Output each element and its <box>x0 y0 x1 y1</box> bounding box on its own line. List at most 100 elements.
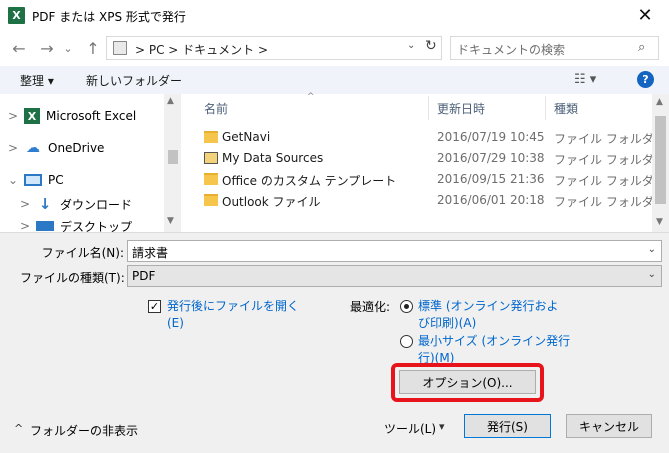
chevron-down-icon[interactable]: ⌄ <box>648 269 656 280</box>
file-date: 2016/06/01 20:18 <box>437 193 545 207</box>
file-row[interactable]: Outlook ファイル 2016/06/01 20:18 ファイル フォルダー <box>183 190 666 211</box>
forward-button[interactable]: → <box>36 38 58 58</box>
filetype-value: PDF <box>132 269 156 283</box>
column-divider[interactable] <box>545 96 546 120</box>
folder-icon <box>204 173 218 185</box>
filetype-label: ファイルの種類(T): <box>20 271 125 285</box>
file-name: GetNavi <box>222 130 271 144</box>
open-after-publish-checkbox[interactable]: ✓ <box>148 300 161 313</box>
optimize-label: 最適化: <box>350 300 391 314</box>
file-row[interactable]: My Data Sources 2016/07/29 10:38 ファイル フォ… <box>183 148 666 169</box>
folder-location-icon <box>113 41 127 55</box>
command-bar: 整理 ▾ 新しいフォルダー ☷ ▾ ? <box>0 66 669 94</box>
file-date: 2016/07/29 10:38 <box>437 151 545 165</box>
filetype-select[interactable]: PDF ⌄ <box>127 265 662 287</box>
search-input[interactable]: ドキュメントの検索 ⌕ <box>450 36 659 60</box>
sort-ascending-icon: ^ <box>307 92 315 102</box>
chevron-right-icon[interactable]: > <box>6 141 20 155</box>
up-button[interactable]: ↑ <box>82 38 104 58</box>
nav-item-excel[interactable]: > X Microsoft Excel <box>0 106 136 126</box>
column-header-type[interactable]: 種類 <box>554 100 578 117</box>
navigation-pane: > X Microsoft Excel > ☁ OneDrive ⌄ PC > … <box>0 94 182 232</box>
file-type: ファイル フォルダー <box>554 153 666 167</box>
file-date: 2016/09/15 21:36 <box>437 172 545 186</box>
folder-icon <box>204 194 218 206</box>
cloud-icon: ☁ <box>26 140 40 156</box>
standard-radio[interactable] <box>400 300 413 313</box>
chevron-down-icon[interactable]: ⌄ <box>407 40 415 51</box>
file-name: Outlook ファイル <box>222 195 321 209</box>
title-bar: X PDF または XPS 形式で発行 ✕ <box>0 0 669 32</box>
chevron-right-icon[interactable]: > <box>18 219 32 232</box>
nav-item-label: PC <box>48 173 64 187</box>
download-icon: ↓ <box>38 195 52 213</box>
chevron-up-icon[interactable]: ^ <box>14 422 23 435</box>
recent-locations-button[interactable]: ⌄ <box>60 38 76 58</box>
desktop-icon <box>36 221 54 231</box>
folder-icon <box>204 131 218 143</box>
chevron-down-icon[interactable]: ⌄ <box>648 244 656 255</box>
organize-button[interactable]: 整理 ▾ <box>20 72 54 89</box>
nav-item-label: デスクトップ <box>60 219 133 233</box>
file-name: My Data Sources <box>222 151 324 165</box>
excel-icon: X <box>24 108 40 124</box>
file-type: ファイル フォルダー <box>554 174 666 188</box>
back-button[interactable]: ← <box>8 38 30 58</box>
window-title: PDF または XPS 形式で発行 <box>32 10 186 24</box>
data-sources-folder-icon <box>204 152 218 164</box>
nav-item-label: Microsoft Excel <box>46 109 137 123</box>
file-name: Office のカスタム テンプレート <box>222 174 397 188</box>
file-row[interactable]: GetNavi 2016/07/19 10:45 ファイル フォルダー <box>183 127 666 148</box>
file-list-scrollbar[interactable]: ▲ ▼ <box>652 94 669 232</box>
scroll-up-icon[interactable]: ▲ <box>656 97 663 107</box>
address-bar[interactable]: > PC > ドキュメント > ⌄ ↻ <box>106 36 442 60</box>
nav-item-label: ダウンロード <box>60 197 133 212</box>
tools-dropdown-icon[interactable]: ▾ <box>439 420 445 433</box>
excel-app-icon: X <box>8 7 25 24</box>
scroll-thumb[interactable] <box>655 116 666 204</box>
pc-icon <box>24 174 42 186</box>
chevron-right-icon[interactable]: > <box>6 109 20 123</box>
nav-item-label: OneDrive <box>48 141 105 155</box>
chevron-right-icon[interactable]: > <box>18 197 32 211</box>
help-icon[interactable]: ? <box>637 71 654 88</box>
search-icon[interactable]: ⌕ <box>638 40 645 55</box>
search-placeholder: ドキュメントの検索 <box>457 43 566 57</box>
hide-folders-toggle[interactable]: フォルダーの非表示 <box>30 422 138 439</box>
nav-item-pc[interactable]: ⌄ PC <box>0 170 64 190</box>
file-list: ^ 名前 更新日時 種類 GetNavi 2016/07/19 10:45 ファ… <box>183 92 666 232</box>
open-after-publish-label[interactable]: 発行後にファイルを開く <box>167 298 299 315</box>
nav-item-desktop[interactable]: > デスクトップ <box>12 216 132 232</box>
filename-value: 請求書 <box>132 246 169 260</box>
view-options-icon[interactable]: ☷ ▾ <box>574 72 596 87</box>
minimum-size-option-label[interactable]: 最小サイズ (オンライン発行 <box>418 333 570 350</box>
scroll-down-icon[interactable]: ▼ <box>656 217 663 227</box>
standard-option-label-2[interactable]: び印刷)(A) <box>418 315 476 332</box>
file-row[interactable]: Office のカスタム テンプレート 2016/09/15 21:36 ファイ… <box>183 169 666 190</box>
refresh-icon[interactable]: ↻ <box>425 38 437 54</box>
navigation-scrollbar[interactable]: ▲ ▼ <box>164 94 181 232</box>
scroll-up-icon[interactable]: ▲ <box>167 96 174 106</box>
chevron-down-icon[interactable]: ⌄ <box>6 173 20 187</box>
file-type: ファイル フォルダー <box>554 195 666 209</box>
options-button[interactable]: オプション(O)... <box>399 370 536 394</box>
column-header-name[interactable]: 名前 <box>204 100 228 117</box>
open-after-publish-label-shortcut[interactable]: (E) <box>167 315 184 332</box>
column-header-date[interactable]: 更新日時 <box>437 100 485 117</box>
file-date: 2016/07/19 10:45 <box>437 130 545 144</box>
minimum-size-radio[interactable] <box>400 335 413 348</box>
scroll-down-icon[interactable]: ▼ <box>167 216 174 226</box>
standard-option-label[interactable]: 標準 (オンライン発行およ <box>418 298 559 315</box>
nav-item-downloads[interactable]: > ↓ ダウンロード <box>12 194 132 214</box>
publish-button[interactable]: 発行(S) <box>464 414 551 438</box>
file-type: ファイル フォルダー <box>554 132 666 146</box>
close-button[interactable]: ✕ <box>621 0 669 30</box>
new-folder-button[interactable]: 新しいフォルダー <box>86 72 182 89</box>
column-divider[interactable] <box>428 96 429 120</box>
cancel-button[interactable]: キャンセル <box>566 414 652 438</box>
breadcrumb[interactable]: > PC > ドキュメント > <box>135 41 268 58</box>
filename-input[interactable]: 請求書 ⌄ <box>127 240 662 262</box>
nav-item-onedrive[interactable]: > ☁ OneDrive <box>0 138 104 158</box>
scroll-thumb[interactable] <box>168 150 178 164</box>
tools-menu[interactable]: ツール(L) <box>384 420 436 437</box>
